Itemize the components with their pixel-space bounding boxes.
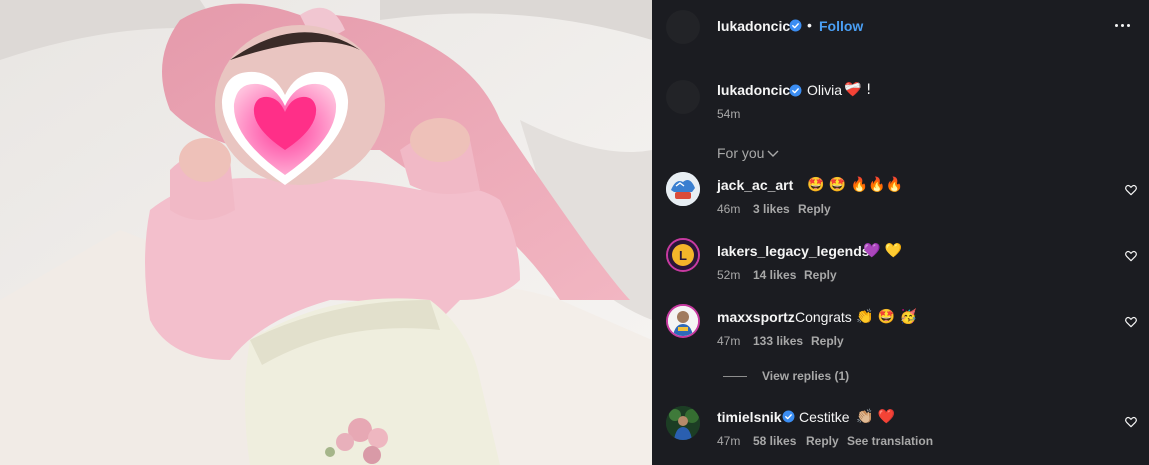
verified-badge-icon xyxy=(789,84,802,97)
comment-likes[interactable]: 133 likes xyxy=(753,334,803,348)
reply-button[interactable]: Reply xyxy=(804,268,837,282)
separator-dot: • xyxy=(807,17,812,33)
commenter-avatar[interactable]: L xyxy=(666,238,700,272)
reply-button[interactable]: Reply xyxy=(811,334,844,348)
caption-avatar[interactable] xyxy=(666,80,700,114)
comment-username[interactable]: maxxsportz xyxy=(717,309,795,325)
sort-label: For you xyxy=(717,145,765,161)
post-photo[interactable] xyxy=(0,0,652,465)
commenter-avatar[interactable] xyxy=(666,304,700,338)
see-translation-button[interactable]: See translation xyxy=(847,434,933,448)
reply-button[interactable]: Reply xyxy=(798,202,831,216)
comment-emoji: 👏🏼 ❤️ xyxy=(856,409,896,425)
svg-text:L: L xyxy=(679,248,687,263)
avatar-art-icon xyxy=(666,172,700,206)
comment-likes[interactable]: 58 likes xyxy=(753,434,796,448)
lakers-logo-icon: L xyxy=(668,240,698,270)
more-options-icon[interactable] xyxy=(1115,22,1135,30)
commenter-avatar[interactable] xyxy=(666,172,700,206)
person-avatar-icon xyxy=(668,306,698,336)
caption-emoji: ❤️‍🩹 ! xyxy=(844,82,872,98)
verified-badge-icon xyxy=(782,410,795,423)
author-username[interactable]: lukadoncic xyxy=(717,18,790,34)
comment-username[interactable]: lakers_legacy_legends xyxy=(717,243,870,259)
comment-text: Congrats xyxy=(795,309,852,325)
reply-button[interactable]: Reply xyxy=(806,434,839,448)
comment-time: 47m xyxy=(717,334,741,348)
baby-photo-illustration xyxy=(0,0,652,465)
comment-time: 52m xyxy=(717,268,741,282)
comments-panel: lukadoncic • Follow lukadoncic Olivia ❤️… xyxy=(652,0,1149,465)
caption-text: Olivia xyxy=(807,82,843,98)
author-avatar[interactable] xyxy=(666,10,700,44)
comment-text: Cestitke xyxy=(799,409,850,425)
comment-sort-dropdown[interactable]: For you xyxy=(717,145,779,161)
heart-outline-icon[interactable] xyxy=(1124,183,1138,197)
comment-emoji: 👏 🤩 🥳 xyxy=(856,309,918,325)
post-header: lukadoncic • Follow xyxy=(652,0,1149,52)
view-replies-button[interactable]: View replies (1) xyxy=(762,369,849,383)
caption-username[interactable]: lukadoncic xyxy=(717,82,790,98)
chevron-down-icon xyxy=(767,150,779,158)
comment-text: 💜 💛 xyxy=(863,243,903,259)
comment-likes[interactable]: 14 likes xyxy=(753,268,796,282)
heart-outline-icon[interactable] xyxy=(1124,415,1138,429)
heart-outline-icon[interactable] xyxy=(1124,315,1138,329)
comment-time: 47m xyxy=(717,434,741,448)
comment-username[interactable]: jack_ac_art xyxy=(717,177,793,193)
verified-badge-icon xyxy=(789,19,802,32)
follow-button[interactable]: Follow xyxy=(819,18,863,34)
view-replies-line xyxy=(723,376,747,377)
heart-outline-icon[interactable] xyxy=(1124,249,1138,263)
caption-time: 54m xyxy=(717,107,741,121)
comment-time: 46m xyxy=(717,202,741,216)
comment-likes[interactable]: 3 likes xyxy=(753,202,790,216)
person-avatar-icon xyxy=(666,406,700,440)
comment-username[interactable]: timielsnik xyxy=(717,409,782,425)
instagram-post-modal: lukadoncic • Follow lukadoncic Olivia ❤️… xyxy=(0,0,1149,465)
commenter-avatar[interactable] xyxy=(666,406,700,440)
comment-text: 🤩 🤩 🔥🔥🔥 xyxy=(807,177,904,193)
